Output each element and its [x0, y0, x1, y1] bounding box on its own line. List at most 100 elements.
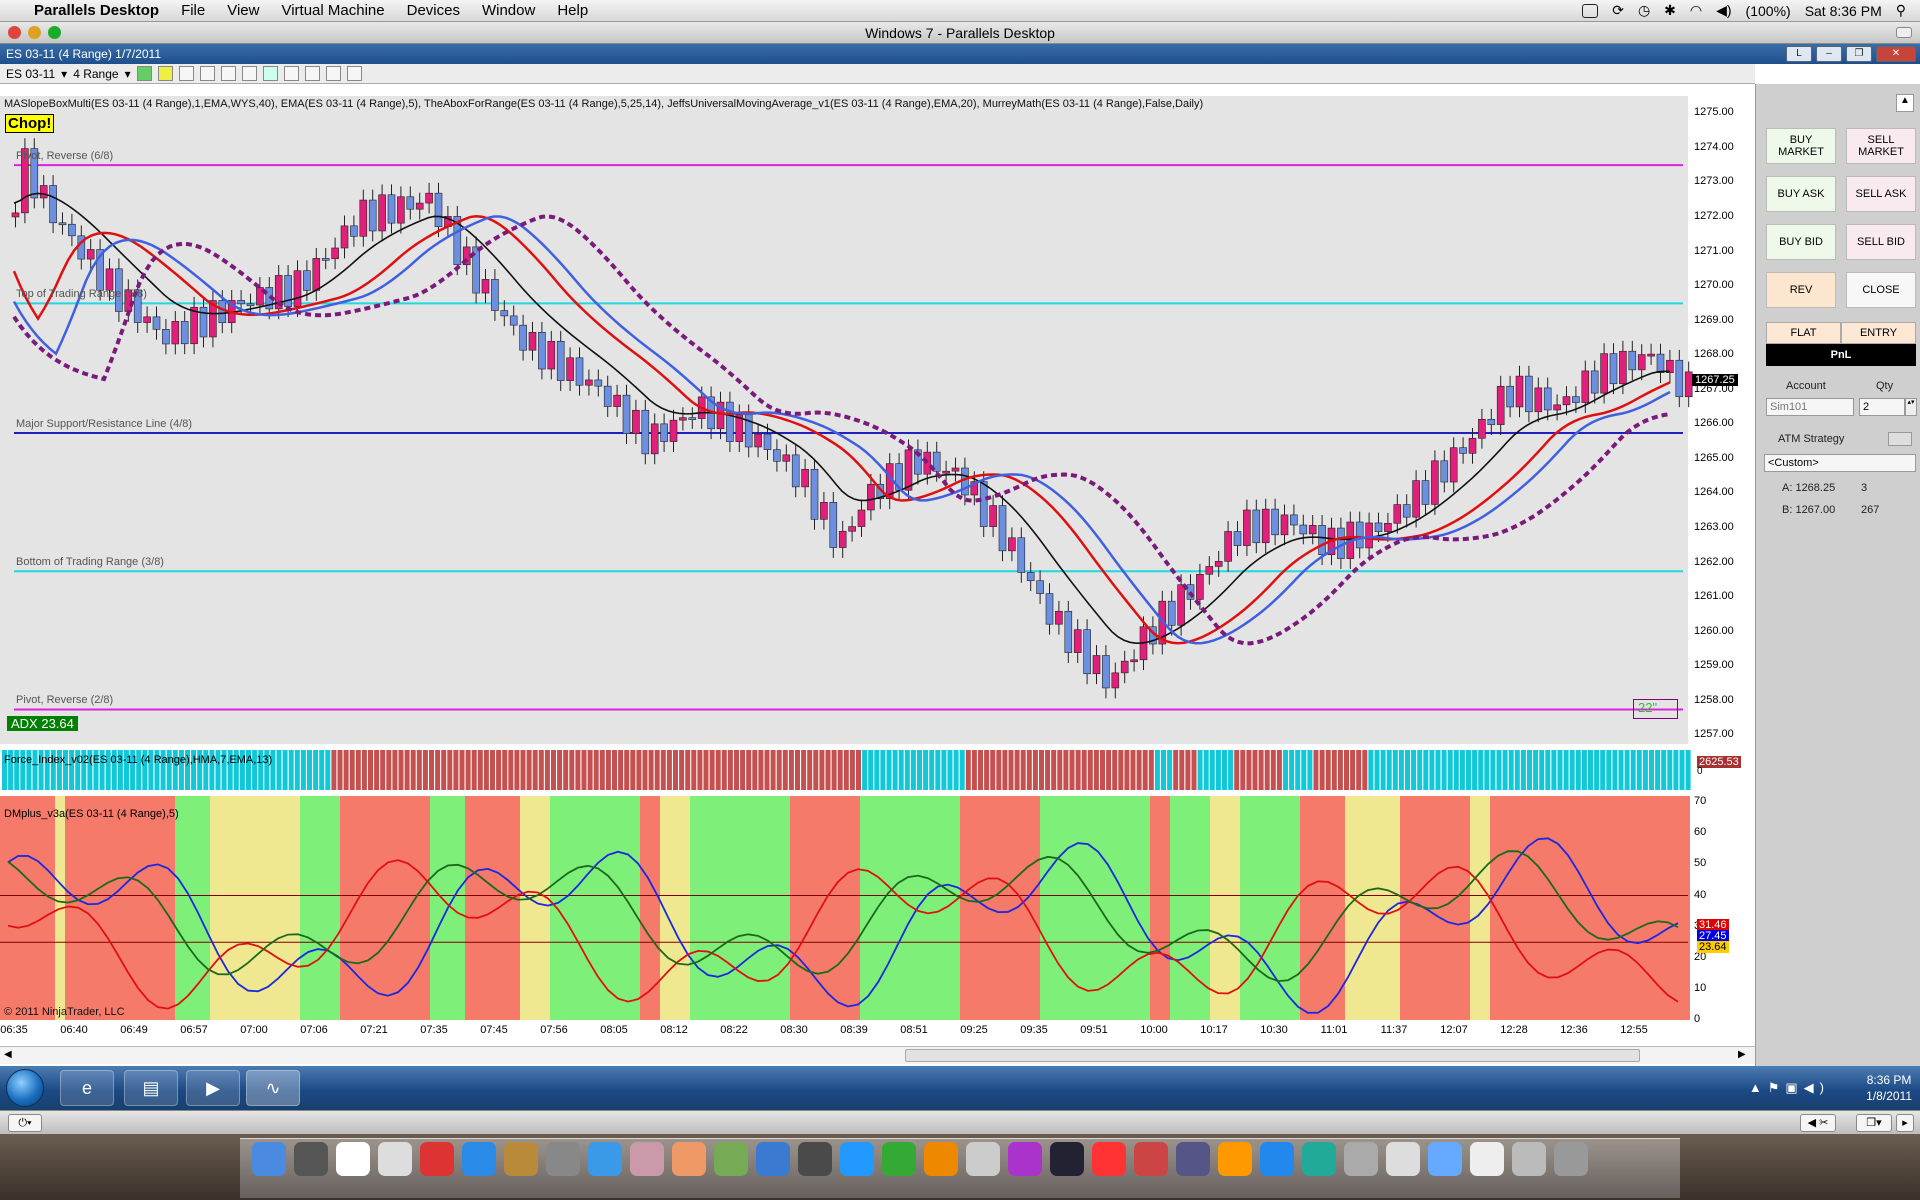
internet-explorer-icon[interactable]: e	[60, 1070, 114, 1106]
dock-app-icon[interactable]	[1302, 1142, 1336, 1176]
period-dropdown-icon[interactable]: ▾	[125, 67, 131, 81]
instrument-dropdown-icon[interactable]: ▾	[61, 67, 67, 81]
dock-app-icon[interactable]	[1176, 1142, 1210, 1176]
dock-app-icon[interactable]	[336, 1142, 370, 1176]
dock-app-icon[interactable]	[1008, 1142, 1042, 1176]
dock-app-icon[interactable]	[1134, 1142, 1168, 1176]
bluetooth-icon[interactable]: ✱	[1664, 2, 1676, 19]
period-select[interactable]: 4 Range	[73, 67, 118, 81]
dock-app-icon[interactable]	[714, 1142, 748, 1176]
scroll-right-icon[interactable]: ▶	[1738, 1049, 1746, 1060]
scroll-thumb[interactable]	[905, 1049, 1640, 1062]
dock-app-icon[interactable]	[1260, 1142, 1294, 1176]
window-mode-icon[interactable]: ❐▾	[1856, 1114, 1892, 1132]
toolbar-toggle-icon[interactable]	[1896, 27, 1912, 38]
ninjatrader-taskbar-icon[interactable]: ∿	[246, 1070, 300, 1106]
atm-strategy-select[interactable]: <Custom>	[1764, 454, 1916, 472]
zoom-window-icon[interactable]	[48, 26, 61, 39]
menu-file[interactable]: File	[181, 2, 205, 19]
dock-app-icon[interactable]	[882, 1142, 916, 1176]
flat-button[interactable]: FLAT	[1766, 322, 1841, 344]
taskbar-clock[interactable]: 8:36 PM 1/8/2011	[1866, 1072, 1912, 1104]
dock-app-icon[interactable]	[1554, 1142, 1588, 1176]
dock-app-icon[interactable]	[672, 1142, 706, 1176]
power-icon[interactable]: ⏻▾	[8, 1114, 42, 1132]
menubar-clock[interactable]: Sat 8:36 PM	[1805, 3, 1882, 19]
entry-button[interactable]: ENTRY	[1841, 322, 1916, 344]
price-chart[interactable]	[0, 84, 1755, 1066]
dock-app-icon[interactable]	[1050, 1142, 1084, 1176]
spotlight-icon[interactable]: ⚲	[1896, 2, 1906, 19]
bar-type-icon[interactable]	[136, 66, 152, 81]
dock-app-icon[interactable]	[1470, 1142, 1504, 1176]
system-tray-icons[interactable]: ▲⚑▣◀)	[1749, 1080, 1830, 1096]
close-window-icon[interactable]	[8, 26, 21, 39]
dock-app-icon[interactable]	[462, 1142, 496, 1176]
properties-icon[interactable]	[304, 66, 320, 81]
data-box-icon[interactable]	[283, 66, 299, 81]
sell-bid-button[interactable]: SELL BID	[1846, 224, 1916, 260]
close-position-button[interactable]: CLOSE	[1846, 272, 1916, 308]
parallels-status-icon[interactable]	[1582, 3, 1599, 18]
crosshair-icon[interactable]	[220, 66, 236, 81]
chart-trader-icon[interactable]	[262, 66, 278, 81]
menu-devices[interactable]: Devices	[407, 2, 460, 19]
dock-app-icon[interactable]	[252, 1142, 286, 1176]
explorer-folder-icon[interactable]: ▤	[124, 1070, 178, 1106]
buy-bid-button[interactable]: BUY BID	[1766, 224, 1836, 260]
restore-icon[interactable]: ❐	[1846, 46, 1872, 62]
zoom-icon[interactable]	[241, 66, 257, 81]
link-button[interactable]: L	[1786, 46, 1812, 62]
buy-ask-button[interactable]: BUY ASK	[1766, 176, 1836, 212]
menu-help[interactable]: Help	[557, 2, 588, 19]
dock-app-icon[interactable]	[1386, 1142, 1420, 1176]
volume-icon[interactable]: ◀)	[1716, 2, 1731, 19]
strategy-icon[interactable]	[199, 66, 215, 81]
app-menu[interactable]: Parallels Desktop	[34, 2, 159, 19]
sell-market-button[interactable]: SELL MARKET	[1846, 128, 1916, 164]
indicator-icon[interactable]	[178, 66, 194, 81]
dock-app-icon[interactable]	[588, 1142, 622, 1176]
dock-app-icon[interactable]	[1218, 1142, 1252, 1176]
menu-virtual-machine[interactable]: Virtual Machine	[281, 2, 384, 19]
sync-icon[interactable]: ⟳	[1612, 2, 1624, 19]
dock-app-icon[interactable]	[378, 1142, 412, 1176]
dock-app-icon[interactable]	[504, 1142, 538, 1176]
instrument-select[interactable]: ES 03-11	[6, 67, 55, 81]
close-icon[interactable]: ✕	[1876, 46, 1916, 62]
dock-app-icon[interactable]	[1344, 1142, 1378, 1176]
snapshot-icon[interactable]	[325, 66, 341, 81]
qty-input[interactable]: 2	[1859, 398, 1905, 416]
menu-window[interactable]: Window	[482, 2, 535, 19]
devices-icon[interactable]: ◀ ✂	[1800, 1114, 1836, 1132]
atm-config-icon[interactable]	[1888, 432, 1912, 446]
drawing-tool-icon[interactable]	[157, 66, 173, 81]
dock-app-icon[interactable]	[1512, 1142, 1546, 1176]
wifi-icon[interactable]: ◠	[1690, 2, 1702, 19]
dock-app-icon[interactable]	[1428, 1142, 1462, 1176]
fullscreen-icon[interactable]: ▸	[1896, 1114, 1914, 1132]
start-button[interactable]	[6, 1069, 44, 1107]
dock-app-icon[interactable]	[924, 1142, 958, 1176]
dock-app-icon[interactable]	[756, 1142, 790, 1176]
dock-app-icon[interactable]	[420, 1142, 454, 1176]
time-machine-icon[interactable]: ◷	[1638, 2, 1650, 19]
minimize-icon[interactable]: –	[1816, 46, 1842, 62]
dock-app-icon[interactable]	[546, 1142, 580, 1176]
dock-app-icon[interactable]	[630, 1142, 664, 1176]
dock-app-icon[interactable]	[294, 1142, 328, 1176]
minimize-window-icon[interactable]	[28, 26, 41, 39]
chart-area[interactable]	[0, 84, 1755, 1066]
collapse-panel-icon[interactable]: ▲	[1896, 94, 1914, 112]
dock-app-icon[interactable]	[966, 1142, 1000, 1176]
battery-status[interactable]: (100%)	[1746, 3, 1791, 19]
buy-market-button[interactable]: BUY MARKET	[1766, 128, 1836, 164]
media-player-icon[interactable]: ▶	[186, 1070, 240, 1106]
dock-app-icon[interactable]	[840, 1142, 874, 1176]
dock-app-icon[interactable]	[1092, 1142, 1126, 1176]
qty-stepper-icon[interactable]: ▴▾	[1905, 398, 1917, 416]
horizontal-scrollbar[interactable]: ◀ ▶	[0, 1046, 1755, 1064]
dock-app-icon[interactable]	[798, 1142, 832, 1176]
sell-ask-button[interactable]: SELL ASK	[1846, 176, 1916, 212]
menu-view[interactable]: View	[227, 2, 259, 19]
